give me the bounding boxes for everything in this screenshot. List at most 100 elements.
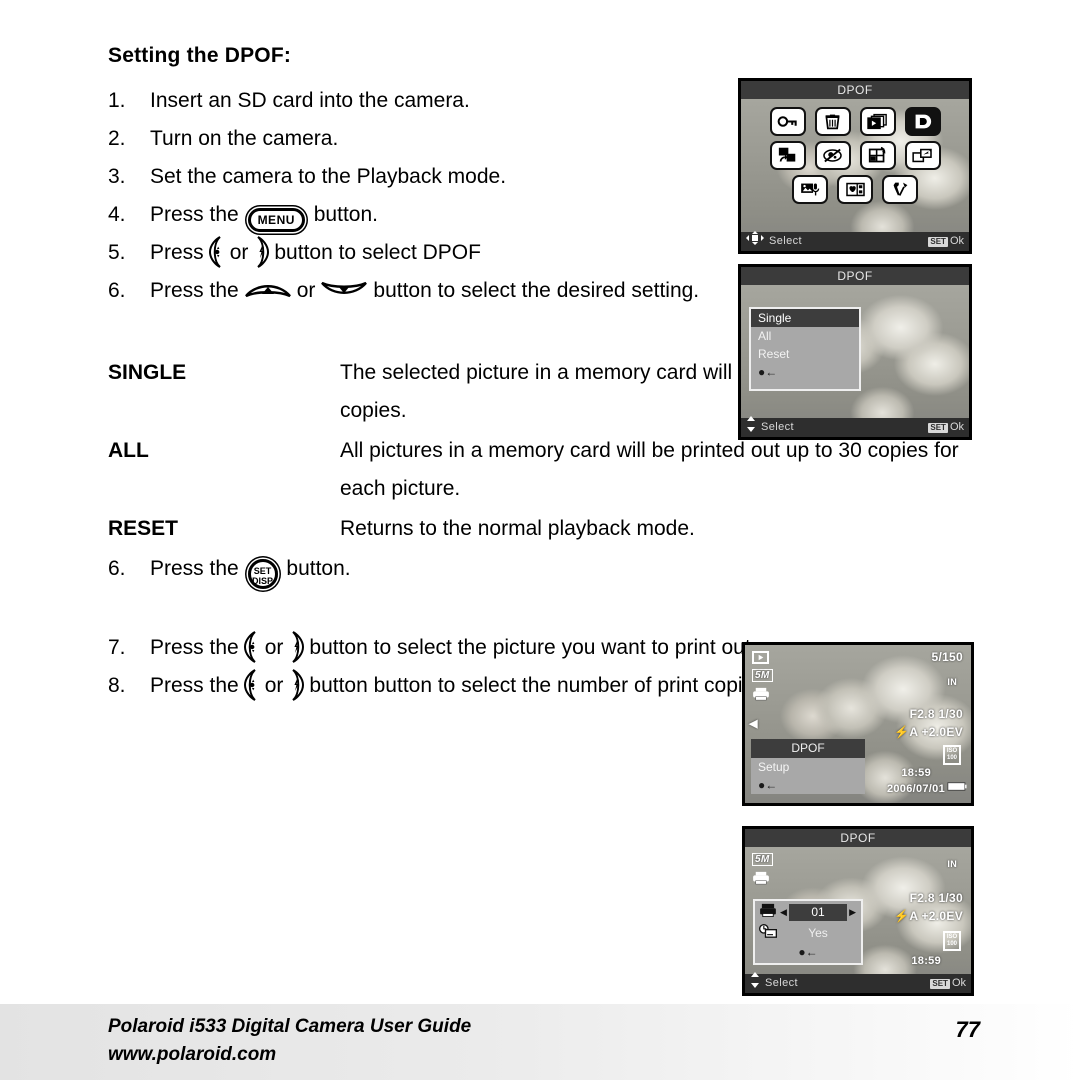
step-number: 8. <box>108 674 126 697</box>
time-value: 18:59 <box>911 955 941 967</box>
startup-image-icon[interactable] <box>837 175 873 204</box>
definition-term: RESET <box>108 517 179 540</box>
set-badge: SET <box>928 236 948 247</box>
copy-icon[interactable] <box>769 141 806 170</box>
slideshow-icon[interactable] <box>859 107 896 136</box>
dpof-options-menu: Single All Reset ●← <box>749 307 861 391</box>
step-text-pre: Press the <box>150 203 239 226</box>
set-disp-line1: SET <box>253 566 272 576</box>
step-text-line2: desired setting. <box>556 279 700 302</box>
red-eye-removal-icon[interactable] <box>814 141 851 170</box>
overlay-title: DPOF <box>751 739 865 758</box>
step-text-post: button to select the <box>373 279 551 302</box>
camera-screen-dpof-options: DPOF Single All Reset ●← Select SET Ok <box>738 264 972 440</box>
page-title: Setting the DPOF: <box>108 44 292 67</box>
step-text-line1: Press the or button to select the picture <box>150 631 562 663</box>
menu-back-indicator: ●← <box>758 365 778 379</box>
menu-icon-grid <box>741 107 969 204</box>
flash-ev-value: ⚡A +2.0EV <box>894 725 963 739</box>
aperture-shutter: F2.8 1/30 <box>910 891 963 905</box>
footer-website: www.polaroid.com <box>108 1044 277 1065</box>
copies-row: ◀ 01 ▶ <box>755 901 861 922</box>
thumbnail-rotate-icon[interactable] <box>859 141 896 170</box>
step-text-line2: number of print copies. <box>556 674 771 697</box>
camera-screen-playback: 5M 5/150 IN F2.8 1/30 ⚡A +2.0EV ISO 100 … <box>742 642 974 806</box>
set-badge: SET <box>928 422 948 433</box>
date-print-value[interactable]: Yes <box>778 925 858 942</box>
step-text-line1: Press the or button to select the <box>150 279 557 302</box>
aperture-value: F2.8 <box>909 891 935 905</box>
step-number: 6. <box>108 279 126 302</box>
menu-item-reset[interactable]: Reset <box>751 345 859 363</box>
lcd-title: DPOF <box>741 267 969 285</box>
playback-mode-icon <box>752 651 769 664</box>
left-macro-button-icon <box>241 630 263 664</box>
setup-tools-icon[interactable] <box>882 175 918 204</box>
step-text-mid: or <box>229 241 249 264</box>
lcd-body: 5M 5/150 IN F2.8 1/30 ⚡A +2.0EV ISO 100 … <box>745 645 971 803</box>
shutter-value: 1/30 <box>938 891 963 905</box>
overlay-item-setup[interactable]: Setup <box>751 758 865 776</box>
dpad-updown-icon <box>746 416 756 437</box>
step-text-mid: or <box>296 279 316 302</box>
copies-value[interactable]: 01 <box>788 904 848 921</box>
step-text-mid: or <box>264 636 284 659</box>
definition-row: ALL All pictures in a memory card will b… <box>108 432 978 508</box>
protect-key-icon[interactable] <box>769 107 806 136</box>
set-badge: SET <box>930 978 950 989</box>
step-number: 5. <box>108 241 126 264</box>
camera-screen-menu-grid: DPOF Select SET Ok <box>738 78 972 254</box>
step-number: 7. <box>108 636 126 659</box>
dpad-4way-icon <box>746 231 764 251</box>
menu-item-all[interactable]: All <box>751 327 859 345</box>
menu-icon-row <box>792 175 918 204</box>
step-text-post: button to select the picture <box>309 636 556 659</box>
aperture-value: F2.8 <box>909 707 935 721</box>
iso-badge: ISO 100 <box>943 931 961 951</box>
select-label: Select <box>761 421 794 433</box>
memory-label: IN <box>947 677 957 687</box>
step-text-line2: you want to print out. <box>561 636 757 659</box>
memory-label: IN <box>947 859 957 869</box>
date-stamp-icon <box>758 923 778 943</box>
lcd-title: DPOF <box>741 81 969 99</box>
ok-label: Ok <box>949 235 964 247</box>
page-footer: Polaroid i533 Digital Camera User Guide … <box>0 1004 1080 1080</box>
dpof-setup-overlay: DPOF Setup ●← <box>751 739 865 797</box>
dpad-updown-icon <box>750 972 760 993</box>
lcd-bottom-bar: Select SET Ok <box>741 416 969 437</box>
menu-icon-row <box>769 141 941 170</box>
dpof-print-icon[interactable] <box>904 107 941 136</box>
shutter-value: 1/30 <box>938 707 963 721</box>
definition-term: ALL <box>108 439 149 462</box>
step-text-post: button. <box>286 557 351 580</box>
definition-description: Returns to the normal playback mode. <box>340 510 978 548</box>
set-disp-line2: DISP <box>252 576 274 586</box>
delete-trash-icon[interactable] <box>814 107 851 136</box>
definition-description: All pictures in a memory card will be pr… <box>340 432 978 508</box>
step-text-pre: Press the <box>150 279 239 302</box>
step-text-post: button button to select the <box>309 674 552 697</box>
up-button-icon <box>243 276 293 300</box>
menu-item-single[interactable]: Single <box>751 309 859 327</box>
step-number: 4. <box>108 203 126 226</box>
menu-button-glyph: MENU <box>247 208 305 232</box>
manual-page: Setting the DPOF: 1. Insert an SD card i… <box>0 0 1080 1080</box>
decrease-copies-arrow[interactable]: ◀ <box>780 907 787 918</box>
lcd-bottom-bar: Select SET Ok <box>741 231 969 251</box>
iso-value: 100 <box>946 755 957 761</box>
step-item: 6. Press the SET DISP button. <box>108 550 978 589</box>
definition-row: RESET Returns to the normal playback mod… <box>108 510 978 548</box>
print-icon <box>751 871 771 888</box>
resize-icon[interactable] <box>904 141 941 170</box>
prev-arrow-icon: ◀ <box>749 718 758 730</box>
voice-memo-icon[interactable] <box>792 175 828 204</box>
time-value: 18:59 <box>901 767 931 779</box>
step-text-post: button to select DPOF <box>274 241 481 264</box>
menu-icon-row <box>769 107 941 136</box>
aperture-shutter: F2.8 1/30 <box>910 707 963 721</box>
select-label: Select <box>769 235 802 247</box>
step-spacer <box>108 589 978 629</box>
step-text: Press the SET DISP button. <box>150 550 978 589</box>
increase-copies-arrow[interactable]: ▶ <box>849 907 856 918</box>
